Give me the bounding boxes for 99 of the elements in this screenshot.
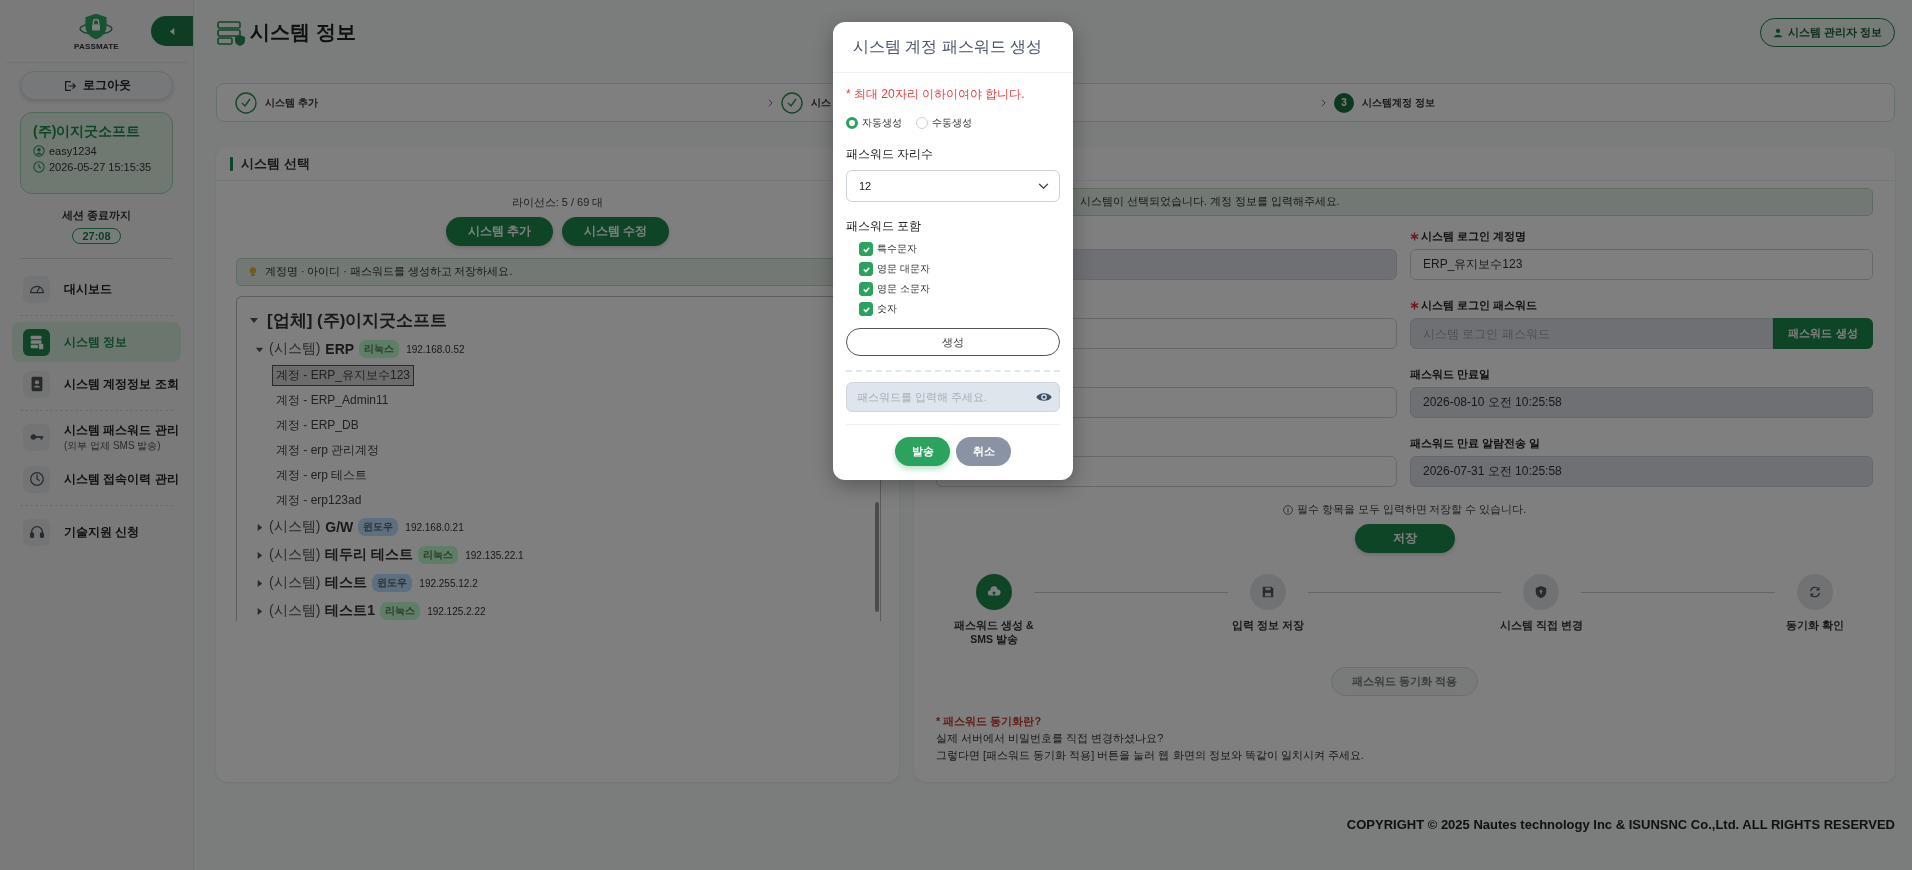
field-label: 패스워드 만료일 xyxy=(1410,367,1491,382)
tree-node[interactable]: (시스템) xyxy=(269,546,321,564)
sync-icon xyxy=(1808,585,1822,599)
nav-item[interactable]: 시스템 접속이력 관리 xyxy=(12,459,181,499)
checkbox-option[interactable]: 숫자 xyxy=(859,302,1060,316)
os-tag: 리눅스 xyxy=(418,546,459,564)
account-node[interactable]: 계정 - ERP_DB xyxy=(272,415,363,436)
nav-item[interactable]: 대시보드 xyxy=(12,269,181,309)
tree-node[interactable]: (시스템) xyxy=(269,340,321,358)
account-node[interactable]: 계정 - erp123ad xyxy=(272,490,366,511)
step-label: 시스 xyxy=(811,95,831,110)
length-select[interactable]: 12 xyxy=(846,170,1060,202)
panel-title: 시스템 선택 xyxy=(241,154,310,173)
caret-icon xyxy=(167,26,177,36)
flow-step-label: 패스워드 생성 & SMS 발송 xyxy=(953,619,1035,647)
input-field[interactable]: ERP_유지보수123 xyxy=(1410,249,1873,280)
add-system-button[interactable]: 시스템 추가 xyxy=(445,217,553,246)
user-icon xyxy=(1772,27,1783,38)
tree-node[interactable]: [업체] (주)이지굿소프트 xyxy=(267,308,448,332)
ip-address: 192.168.0.21 xyxy=(405,521,464,533)
nav-item[interactable]: 시스템 패스워드 관리 (외부 업체 SMS 발송) xyxy=(12,417,181,457)
note-text: 실제 서버에서 비밀번호를 직접 변경하셨나요? xyxy=(936,731,1165,746)
chevron-down-icon xyxy=(1038,182,1049,190)
clock-icon xyxy=(27,470,46,488)
copyright-text: COPYRIGHT © 2025 Nautes technology Inc & ISUNSNC Co.,Ltd. ALL RIGHTS RESERVED xyxy=(1346,817,1895,832)
os-tag: 윈도우 xyxy=(358,518,399,536)
logout-button[interactable]: 로그아웃 xyxy=(20,71,173,100)
tree-node[interactable]: (시스템) xyxy=(269,602,321,620)
ip-address: 192.125.2.22 xyxy=(427,605,486,617)
flow-step-label: 입력 정보 저장 xyxy=(1230,619,1305,633)
field-label: 패스워드 만료 알람전송 일 xyxy=(1410,436,1541,451)
lightbulb-icon xyxy=(249,266,257,278)
system-name: 테두리 테스트 xyxy=(325,546,414,564)
step-label: 시스템 추가 xyxy=(265,95,318,110)
chevron-icon xyxy=(768,98,773,107)
hint-text: 계정명 · 아이디 · 패스워드를 생성하고 저장하세요. xyxy=(265,265,513,279)
warning-text: * 최대 20자리 이하이여야 합니다. xyxy=(846,86,1026,103)
shield-icon xyxy=(1534,585,1549,599)
os-tag: 리눅스 xyxy=(380,602,421,620)
field-label: 시스템 로그인 계정명 xyxy=(1421,229,1527,244)
field-label: 시스템 로그인 패스워드 xyxy=(1421,298,1538,313)
clock-icon xyxy=(33,161,45,173)
account-node[interactable]: 계정 - erp 관리계정 xyxy=(272,440,384,461)
server-icon xyxy=(216,19,246,46)
cancel-button[interactable]: 취소 xyxy=(956,437,1011,466)
note-text: 그렇다면 [패스워드 동기화 적용] 버튼을 눌러 웹 화면의 정보와 똑같이 일치시켜 주세요. xyxy=(936,748,1365,763)
page-title: 시스템 정보 xyxy=(250,20,356,45)
admin-info-button[interactable]: 시스템 관리자 정보 xyxy=(1759,18,1895,47)
session-label: 세션 종료까지 xyxy=(60,208,133,223)
ip-address: 192.255.12.2 xyxy=(419,577,478,589)
field-label: 패스워드 자리수 xyxy=(846,146,935,163)
eye-icon[interactable] xyxy=(1035,391,1053,403)
account-node[interactable]: 계정 - ERP_Admin11 xyxy=(272,390,393,411)
flow-step-label: 시스템 직접 변경 xyxy=(1498,619,1584,633)
tree-node[interactable]: (시스템) xyxy=(269,574,321,592)
os-tag: 리눅스 xyxy=(359,340,400,358)
session-timer: 27:08 xyxy=(72,228,121,244)
save-button[interactable]: 저장 xyxy=(1354,524,1455,553)
account-node[interactable]: 계정 - erp 테스트 xyxy=(272,465,372,486)
cloud-upload-icon xyxy=(987,585,1001,599)
radio-option[interactable]: 자동생성 xyxy=(846,116,902,130)
headset-icon xyxy=(27,523,46,541)
checkbox-option[interactable]: 영문 소문자 xyxy=(859,282,1060,296)
system-name: 테스트1 xyxy=(325,602,376,620)
note-title: * 패스워드 동기화란? xyxy=(936,714,1043,729)
logo: PASSMATE xyxy=(74,11,119,51)
dialog-title: 시스템 계정 패스워드 생성 xyxy=(833,22,1073,73)
ip-address: 192.135.22.1 xyxy=(465,549,524,561)
license-count: 라이선스: 5 / 69 대 xyxy=(510,195,605,210)
step-label: 시스템계정 정보 xyxy=(1362,95,1435,110)
login-time: 2026-05-27 15:15:35 xyxy=(49,161,152,173)
checkbox-option[interactable]: 영문 대문자 xyxy=(859,262,1060,276)
save-note: 필수 항목을 모두 입력하면 저장할 수 있습니다. xyxy=(1296,503,1527,517)
radio-option[interactable]: 수동생성 xyxy=(916,116,972,130)
os-tag: 윈도우 xyxy=(372,574,413,592)
account-node[interactable]: 계정 - ERP_유지보수123 xyxy=(272,365,415,386)
field-label: 패스워드 포함 xyxy=(846,218,923,235)
user-id: easy1234 xyxy=(49,145,97,157)
info-icon xyxy=(1282,505,1293,515)
company-name: (주)이지굿소프트 xyxy=(33,123,142,141)
system-name: 테스트 xyxy=(325,574,368,592)
checkbox-option[interactable]: 특수문자 xyxy=(859,242,1060,256)
system-name: G/W xyxy=(325,519,354,535)
send-button[interactable]: 발송 xyxy=(895,437,950,466)
nav-item[interactable]: 시스템 계정정보 조회 xyxy=(12,364,181,404)
step-number: 3 xyxy=(1334,92,1354,113)
ip-address: 192.168.0.52 xyxy=(406,343,465,355)
generate-button[interactable]: 생성 xyxy=(846,328,1060,356)
flow-step-label: 동기화 확인 xyxy=(1785,619,1845,633)
hint-text: 시스템이 선택되었습니다. 계정 정보를 입력해주세요. xyxy=(1080,195,1340,209)
nav-item[interactable]: 시스템 정보 xyxy=(12,322,181,362)
user-icon xyxy=(33,145,45,157)
edit-system-button[interactable]: 시스템 수정 xyxy=(562,217,670,246)
nav-item[interactable]: 기술지원 신청 xyxy=(12,512,181,552)
system-name: ERP xyxy=(325,341,355,357)
logout-icon xyxy=(62,78,77,93)
collapse-button[interactable] xyxy=(151,16,193,46)
tree-node[interactable]: (시스템) xyxy=(269,518,321,536)
chevron-icon xyxy=(1321,98,1326,107)
